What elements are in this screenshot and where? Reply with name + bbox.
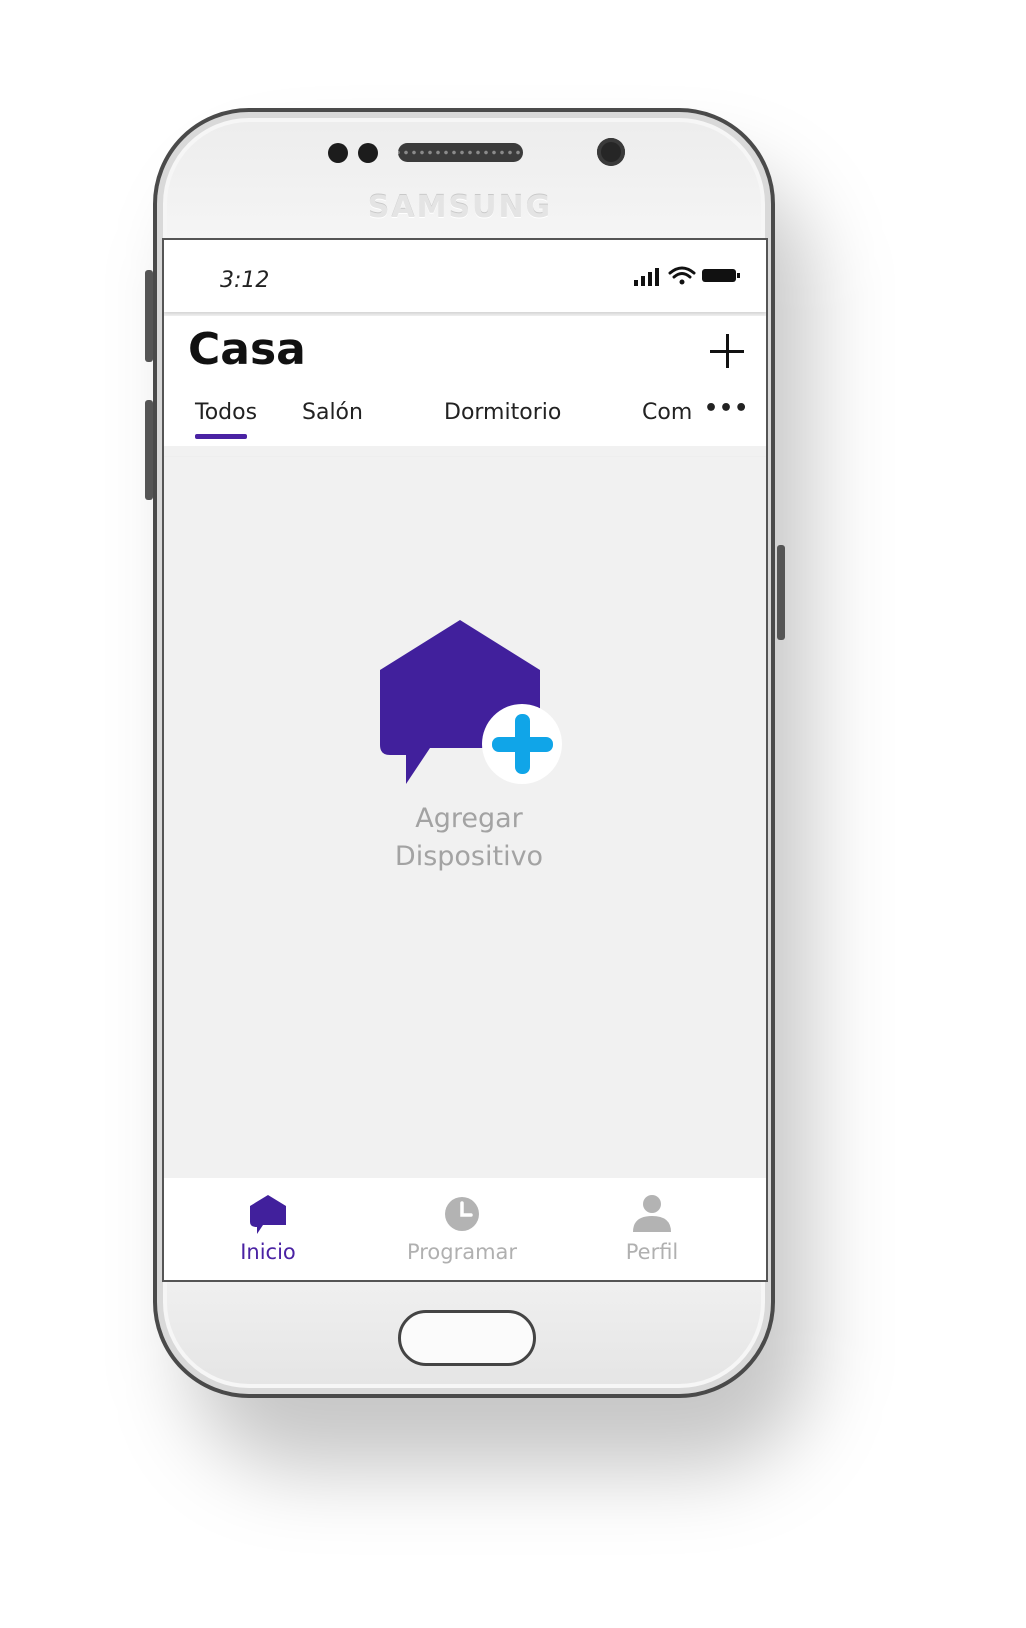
battery-icon (702, 269, 740, 282)
active-tab-indicator (195, 434, 247, 439)
plus-icon[interactable] (706, 330, 750, 374)
home-button[interactable] (398, 1310, 536, 1366)
nav-programar-label: Programar (406, 1240, 518, 1264)
clock-icon (445, 1197, 479, 1231)
header-divider (164, 456, 766, 457)
power-button (777, 545, 785, 640)
light-sensor (358, 143, 378, 163)
front-camera (597, 138, 625, 166)
add-device-label: Agregar Dispositivo (354, 800, 584, 876)
add-device-label-line1: Agregar (415, 803, 523, 834)
bottom-nav: Inicio Programar Perfil (164, 1178, 766, 1280)
nav-perfil[interactable]: Perfil (572, 1192, 732, 1264)
status-time: 3:12 (220, 268, 270, 293)
home-icon (250, 1195, 286, 1234)
nav-programar[interactable]: Programar (382, 1192, 542, 1264)
proximity-sensor (328, 143, 348, 163)
volume-up-button (145, 270, 153, 362)
add-device-icon (380, 620, 562, 784)
brand-logo: SAMSUNG (367, 190, 553, 225)
signal-icon (634, 268, 659, 286)
status-icons (634, 266, 740, 286)
more-tabs-icon[interactable]: ••• (704, 396, 749, 421)
page-title: Casa (188, 324, 306, 375)
add-device-label-line2: Dispositivo (394, 841, 544, 872)
phone-screen: 3:12 Casa Todos Salón Dormitorio Com •••… (162, 238, 768, 1282)
wifi-icon (668, 266, 696, 285)
nav-perfil-label: Perfil (625, 1240, 679, 1264)
tab-salon[interactable]: Salón (302, 400, 363, 425)
room-tabs-bar: Todos Salón Dormitorio Com ••• (164, 386, 766, 446)
tab-todos[interactable]: Todos (195, 400, 257, 425)
nav-inicio[interactable]: Inicio (188, 1192, 348, 1264)
nav-inicio-label: Inicio (240, 1240, 296, 1264)
tab-dormitorio[interactable]: Dormitorio (444, 400, 561, 425)
earpiece-speaker (398, 143, 523, 162)
tab-com[interactable]: Com (642, 400, 692, 425)
user-icon (633, 1195, 671, 1232)
status-bar: 3:12 (164, 240, 766, 312)
volume-down-button (145, 400, 153, 500)
